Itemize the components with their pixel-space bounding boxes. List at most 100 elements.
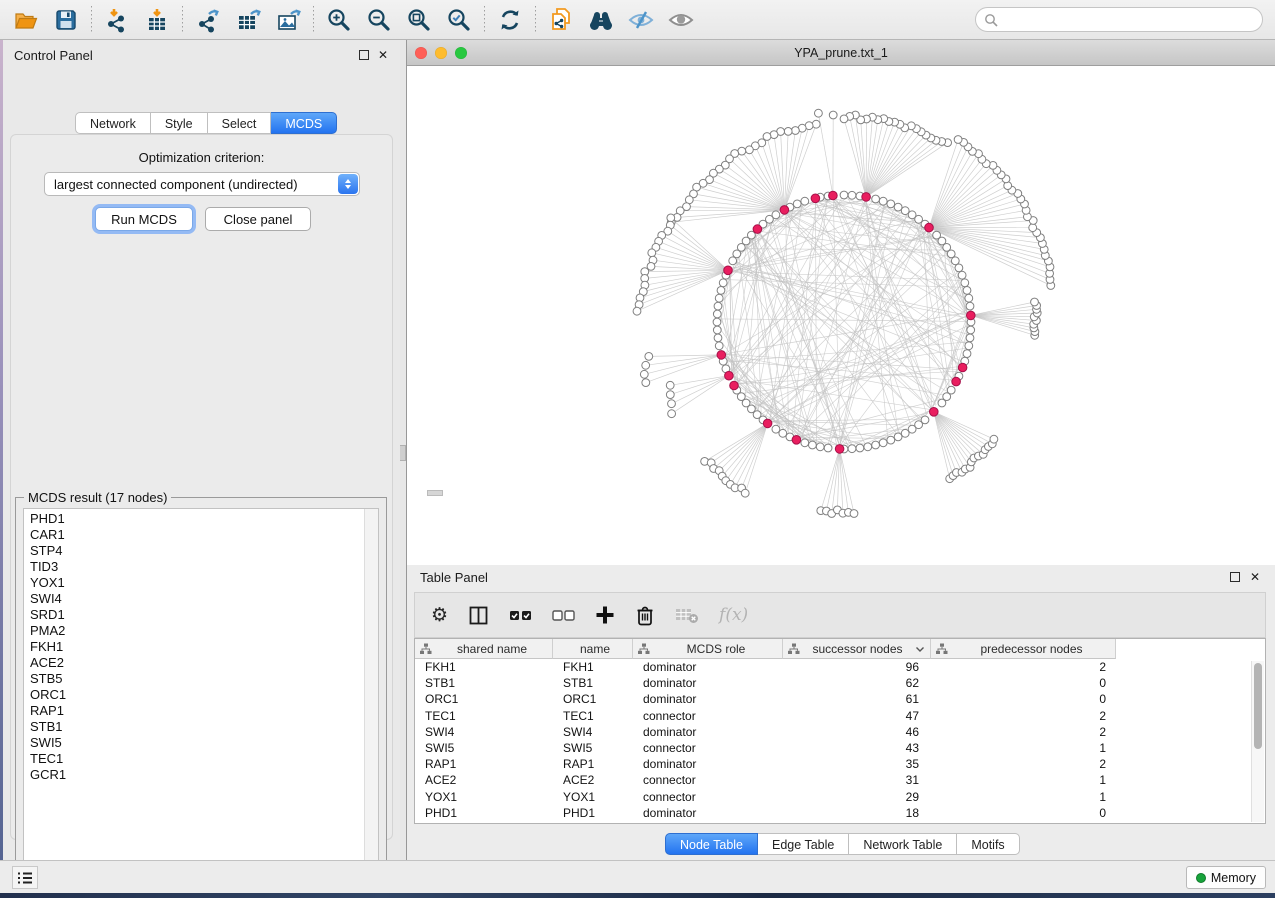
cell[interactable]: 46 xyxy=(783,725,931,739)
gear-icon[interactable]: ⚙ xyxy=(431,604,448,626)
tab-style[interactable]: Style xyxy=(151,112,208,134)
cell[interactable]: 1 xyxy=(931,790,1116,804)
table-row[interactable]: PHD1PHD1dominator180 xyxy=(415,805,1252,821)
export-table-button[interactable] xyxy=(228,3,268,37)
cell[interactable]: 0 xyxy=(931,806,1116,820)
table-row[interactable]: RAP1RAP1dominator352 xyxy=(415,756,1252,772)
cell[interactable]: PHD1 xyxy=(415,806,553,820)
cell[interactable]: connector xyxy=(633,709,783,723)
task-history-button[interactable] xyxy=(12,866,38,889)
column-header-MCDS-role[interactable]: MCDS role xyxy=(633,639,783,659)
cell[interactable]: connector xyxy=(633,790,783,804)
run-mcds-button[interactable]: Run MCDS xyxy=(95,207,193,231)
table-row[interactable]: SWI4SWI4dominator462 xyxy=(415,724,1252,740)
export-image-button[interactable] xyxy=(268,3,308,37)
close-panel-icon[interactable]: ✕ xyxy=(378,50,388,60)
cell[interactable]: SWI5 xyxy=(553,741,633,755)
cell[interactable]: 1 xyxy=(931,741,1116,755)
table-row[interactable]: FKH1FKH1dominator962 xyxy=(415,659,1252,675)
zoom-selected-button[interactable] xyxy=(439,3,479,37)
cell[interactable]: TEC1 xyxy=(553,709,633,723)
open-button[interactable] xyxy=(6,3,46,37)
cell[interactable]: FKH1 xyxy=(553,660,633,674)
cell[interactable]: 47 xyxy=(783,709,931,723)
trash-icon[interactable] xyxy=(635,604,655,626)
cell[interactable]: 2 xyxy=(931,725,1116,739)
cell[interactable]: 31 xyxy=(783,773,931,787)
cell[interactable]: STB1 xyxy=(415,676,553,690)
search-input[interactable] xyxy=(998,12,1262,28)
table-tab-node-table[interactable]: Node Table xyxy=(665,833,758,855)
close-table-panel-icon[interactable]: ✕ xyxy=(1250,572,1260,582)
table-tab-network-table[interactable]: Network Table xyxy=(849,833,957,855)
table-row[interactable]: ACE2ACE2connector311 xyxy=(415,772,1252,788)
mcds-result-list[interactable]: PHD1CAR1STP4TID3YOX1SWI4SRD1PMA2FKH1ACE2… xyxy=(23,508,379,870)
export-network-button[interactable] xyxy=(188,3,228,37)
cell[interactable]: dominator xyxy=(633,692,783,706)
table-row[interactable]: YOX1YOX1connector291 xyxy=(415,789,1252,805)
search-binoculars-button[interactable] xyxy=(581,3,621,37)
float-table-panel-icon[interactable] xyxy=(1230,572,1240,582)
result-scrollbar[interactable] xyxy=(364,509,378,869)
cell[interactable]: YOX1 xyxy=(415,790,553,804)
table-scrollbar[interactable] xyxy=(1251,661,1264,822)
cell[interactable]: dominator xyxy=(633,757,783,771)
criterion-dropdown[interactable]: largest connected component (undirected) xyxy=(44,172,360,196)
add-icon[interactable] xyxy=(595,605,615,625)
network-window-titlebar[interactable]: YPA_prune.txt_1 xyxy=(407,40,1275,66)
import-table-button[interactable] xyxy=(137,3,177,37)
scrollbar-thumb[interactable] xyxy=(1254,663,1262,749)
cell[interactable]: 96 xyxy=(783,660,931,674)
cell[interactable]: 35 xyxy=(783,757,931,771)
cell[interactable]: ACE2 xyxy=(415,773,553,787)
import-network-button[interactable] xyxy=(97,3,137,37)
table-row[interactable]: ORC1ORC1dominator610 xyxy=(415,691,1252,707)
network-canvas[interactable] xyxy=(407,66,1275,565)
cell[interactable]: 62 xyxy=(783,676,931,690)
deselect-all-icon[interactable] xyxy=(552,607,575,623)
close-panel-button[interactable]: Close panel xyxy=(205,207,311,231)
zoom-out-button[interactable] xyxy=(359,3,399,37)
cell[interactable]: 29 xyxy=(783,790,931,804)
cell[interactable]: 2 xyxy=(931,660,1116,674)
table-row[interactable]: TEC1TEC1connector472 xyxy=(415,708,1252,724)
cell[interactable]: 2 xyxy=(931,709,1116,723)
cell[interactable]: ORC1 xyxy=(415,692,553,706)
cell[interactable]: SWI4 xyxy=(415,725,553,739)
cell[interactable]: SWI5 xyxy=(415,741,553,755)
cell[interactable]: RAP1 xyxy=(553,757,633,771)
table-tab-motifs[interactable]: Motifs xyxy=(957,833,1019,855)
splitter-handle-icon[interactable] xyxy=(400,445,406,461)
cell[interactable]: connector xyxy=(633,741,783,755)
cell[interactable]: dominator xyxy=(633,676,783,690)
cell[interactable]: TEC1 xyxy=(415,709,553,723)
column-header-predecessor-nodes[interactable]: predecessor nodes xyxy=(931,639,1116,659)
cell[interactable]: connector xyxy=(633,773,783,787)
panel-splitter-vertical[interactable] xyxy=(400,40,407,860)
float-panel-icon[interactable] xyxy=(359,50,369,60)
column-header-shared-name[interactable]: shared name xyxy=(415,639,553,659)
cell[interactable]: STB1 xyxy=(553,676,633,690)
cell[interactable]: 18 xyxy=(783,806,931,820)
cell[interactable]: dominator xyxy=(633,806,783,820)
cell[interactable]: PHD1 xyxy=(553,806,633,820)
cell[interactable]: 2 xyxy=(931,757,1116,771)
columns-icon[interactable] xyxy=(468,605,489,626)
network-search-field[interactable] xyxy=(975,7,1263,32)
cell[interactable]: 1 xyxy=(931,773,1116,787)
cell[interactable]: RAP1 xyxy=(415,757,553,771)
cell[interactable]: FKH1 xyxy=(415,660,553,674)
table-row[interactable]: STB1STB1dominator620 xyxy=(415,675,1252,691)
cell[interactable]: ORC1 xyxy=(553,692,633,706)
zoom-fit-button[interactable] xyxy=(399,3,439,37)
hide-selected-button[interactable] xyxy=(621,3,661,37)
zoom-in-button[interactable] xyxy=(319,3,359,37)
table-row[interactable]: SWI5SWI5connector431 xyxy=(415,740,1252,756)
tab-mcds[interactable]: MCDS xyxy=(271,112,337,134)
select-all-icon[interactable] xyxy=(509,607,532,623)
network-graph[interactable] xyxy=(407,66,1275,565)
column-header-name[interactable]: name xyxy=(553,639,633,659)
cell[interactable]: YOX1 xyxy=(553,790,633,804)
cell[interactable]: SWI4 xyxy=(553,725,633,739)
tab-network[interactable]: Network xyxy=(75,112,151,134)
